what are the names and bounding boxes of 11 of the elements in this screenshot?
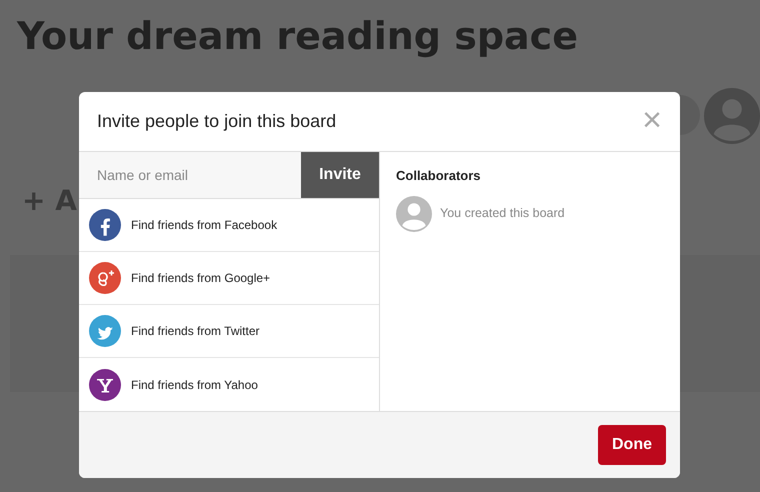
collaborator-text: You created this board [440,205,565,222]
collaborators-heading: Collaborators [396,167,482,185]
name-email-field[interactable]: Name or email [79,152,301,198]
done-button[interactable]: Done [598,425,666,465]
dialog-title: Invite people to join this board [97,110,336,133]
page-title: Your dream reading space [16,13,579,60]
provider-item[interactable]: Find friends from Twitter [79,305,379,358]
invite-button[interactable]: Invite [301,152,379,198]
provider-item[interactable]: Find friends from Google+ [79,252,379,305]
provider-item[interactable]: Find friends from Yahoo [79,358,379,411]
provider-item[interactable]: Find friends from Facebook [79,199,379,252]
